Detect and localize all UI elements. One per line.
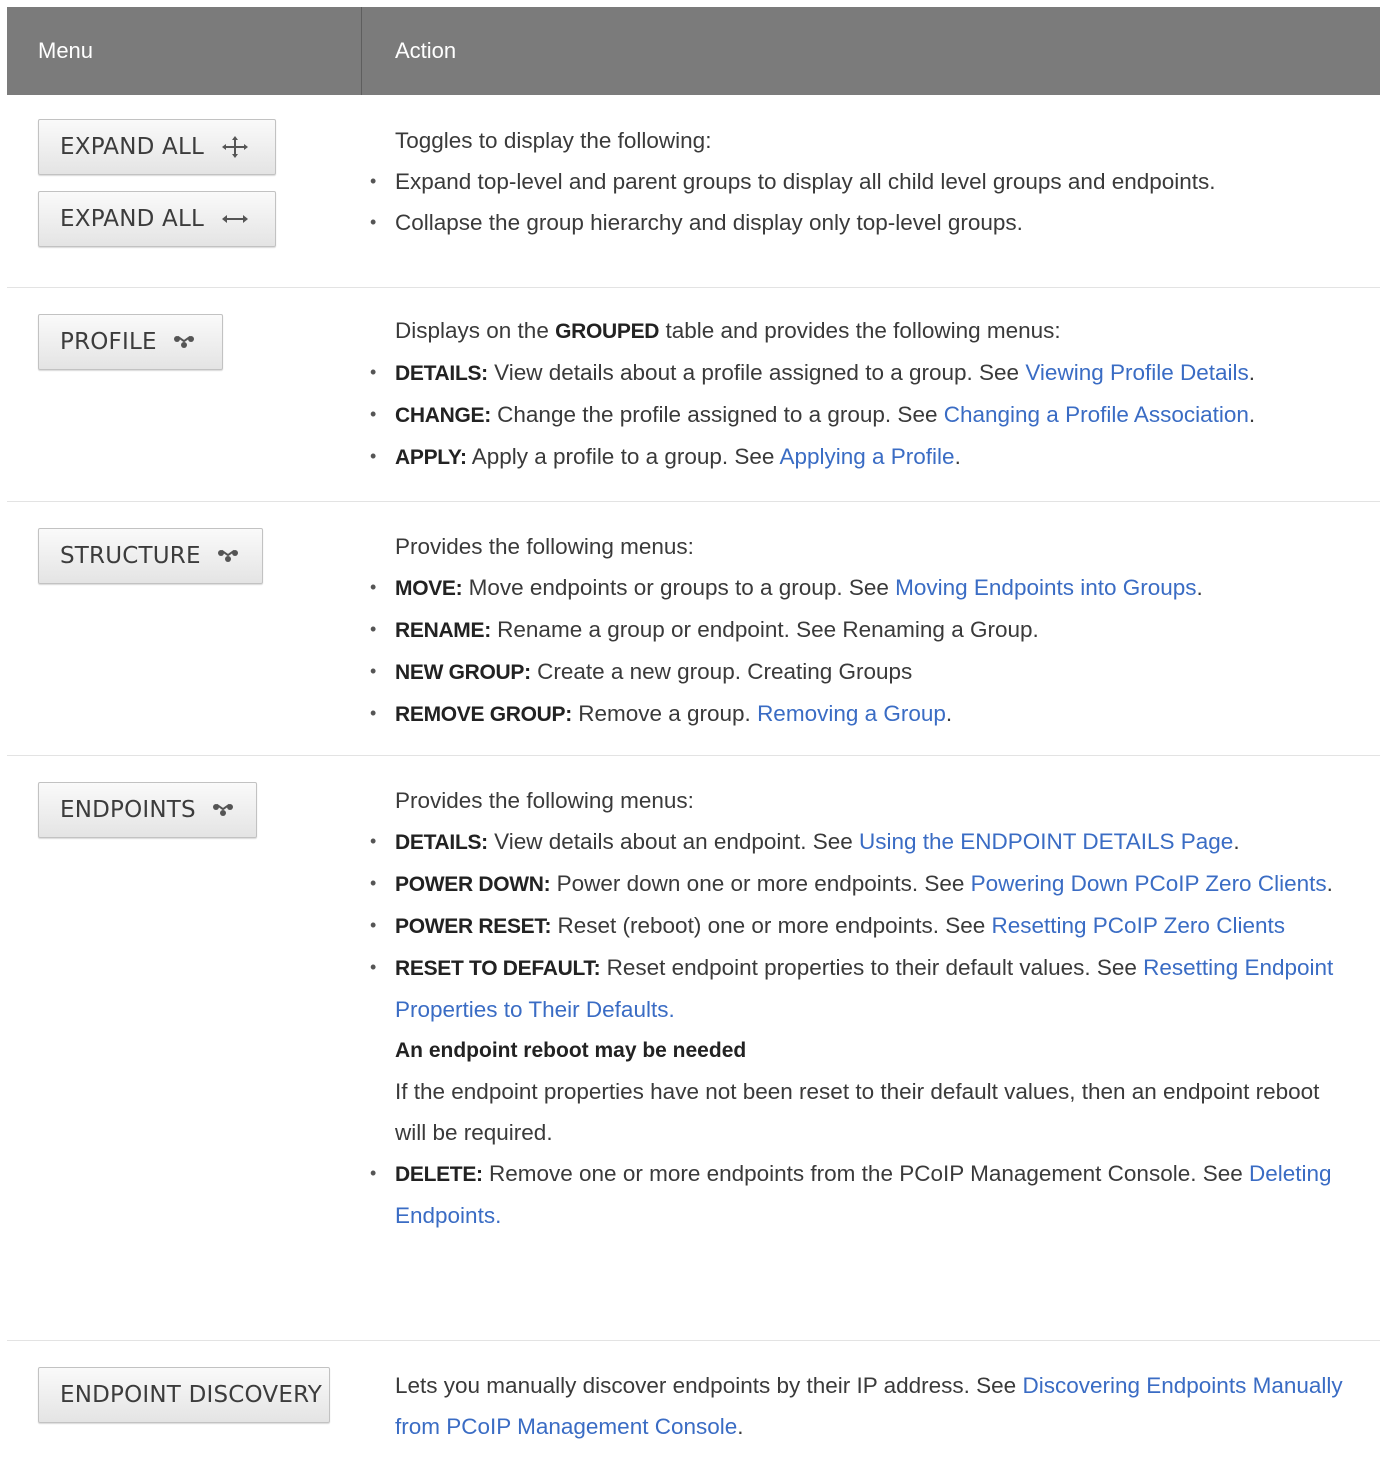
four-way-arrow-icon	[220, 136, 250, 158]
endpoints-button[interactable]: ENDPOINTS	[38, 782, 257, 838]
note-text: If the endpoint properties have not been…	[395, 1079, 1320, 1145]
link-applying-profile[interactable]: Applying a Profile	[779, 444, 954, 469]
link-removing-group[interactable]: Removing a Group	[757, 701, 946, 726]
link-endpoint-details-page[interactable]: Using the ENDPOINT DETAILS Page	[859, 829, 1233, 854]
list-item: DETAILS: View details about an endpoint.…	[370, 821, 1340, 863]
chevron-down-icon	[217, 549, 239, 563]
list-item: Expand top-level and parent groups to di…	[370, 161, 1380, 202]
list-item: POWER DOWN: Power down one or more endpo…	[370, 863, 1340, 905]
chevron-down-icon	[173, 335, 195, 349]
header-action: Action	[395, 38, 457, 63]
collapse-arrows-icon	[220, 213, 250, 225]
list-item: POWER RESET: Reset (reboot) one or more …	[370, 905, 1340, 947]
list-item: APPLY: Apply a profile to a group. See A…	[370, 436, 1380, 478]
table-row-discovery: ENDPOINT DISCOVERY Lets you manually dis…	[7, 1341, 1380, 1461]
table-row-endpoints: ENDPOINTS Provides the following menus: …	[7, 756, 1380, 1341]
link-powering-down[interactable]: Powering Down PCoIP Zero Clients	[971, 871, 1327, 896]
link-moving-endpoints[interactable]: Moving Endpoints into Groups	[895, 575, 1196, 600]
endpoint-discovery-button[interactable]: ENDPOINT DISCOVERY	[38, 1367, 330, 1423]
list-item: REMOVE GROUP: Remove a group. Removing a…	[370, 693, 1380, 735]
collapse-all-button[interactable]: EXPAND ALL	[38, 191, 276, 247]
list-item: RESET TO DEFAULT: Reset endpoint propert…	[370, 947, 1340, 1153]
chevron-down-icon	[212, 803, 234, 817]
list-item: CHANGE: Change the profile assigned to a…	[370, 394, 1380, 436]
table-row-expand: EXPAND ALL EXPAND ALL Toggles to display…	[7, 95, 1380, 288]
list-item: MOVE: Move endpoints or groups to a grou…	[370, 567, 1380, 609]
list-item: Collapse the group hierarchy and display…	[370, 202, 1380, 243]
profile-button[interactable]: PROFILE	[38, 314, 223, 370]
table-header: Menu Action	[7, 7, 1380, 95]
header-menu: Menu	[7, 7, 362, 95]
link-resetting-zero-clients[interactable]: Resetting PCoIP Zero Clients	[992, 913, 1285, 938]
table-row-profile: PROFILE Displays on the GROUPED table an…	[7, 288, 1380, 502]
link-changing-profile-association[interactable]: Changing a Profile Association	[944, 402, 1249, 427]
list-item: DETAILS: View details about a profile as…	[370, 352, 1380, 394]
list-item: RENAME: Rename a group or endpoint. See …	[370, 609, 1380, 651]
list-item: DELETE: Remove one or more endpoints fro…	[370, 1153, 1340, 1236]
link-viewing-profile-details[interactable]: Viewing Profile Details	[1025, 360, 1248, 385]
menu-action-table: Menu Action EXPAND ALL EXPAND ALL Toggle…	[7, 7, 1380, 1461]
structure-button[interactable]: STRUCTURE	[38, 528, 263, 584]
list-item: NEW GROUP: Create a new group. Creating …	[370, 651, 1380, 693]
note-title: An endpoint reboot may be needed	[395, 1039, 747, 1062]
expand-all-button[interactable]: EXPAND ALL	[38, 119, 276, 175]
table-row-structure: STRUCTURE Provides the following menus: …	[7, 502, 1380, 756]
